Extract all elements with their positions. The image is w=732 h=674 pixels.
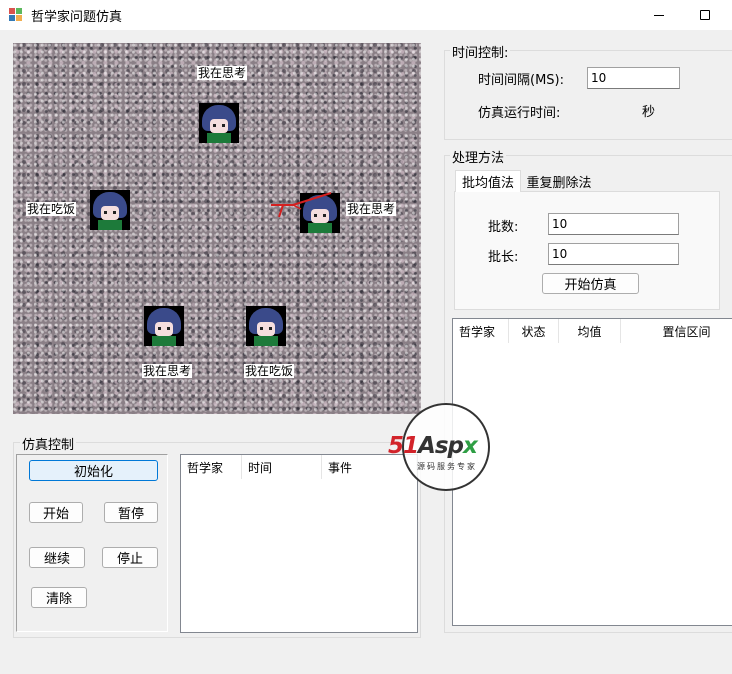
- chopstick-icon: [271, 192, 332, 218]
- column-header[interactable]: 置信区间: [621, 319, 732, 343]
- start-button[interactable]: 开始: [29, 502, 83, 523]
- maximize-button[interactable]: [682, 0, 728, 30]
- event-log-table[interactable]: 哲学家 时间 事件: [180, 454, 418, 633]
- pause-button[interactable]: 暂停: [104, 502, 158, 523]
- results-table-header: 哲学家 状态 均值 置信区间: [453, 319, 732, 343]
- resume-button[interactable]: 继续: [29, 547, 85, 568]
- minimize-button[interactable]: [636, 0, 682, 30]
- tab-repeat-delete[interactable]: 重复删除法: [522, 170, 596, 192]
- runtime-unit: 秒: [642, 105, 656, 120]
- window-title: 哲学家问题仿真: [31, 10, 123, 25]
- time-control-group: [444, 50, 732, 140]
- philosopher-avatar: [246, 306, 286, 346]
- column-header[interactable]: 时间: [242, 455, 322, 479]
- column-header[interactable]: 哲学家: [181, 455, 242, 479]
- watermark-slogan: 源码服务专家: [417, 462, 477, 471]
- watermark-logo: 51Aspx 源码服务专家: [388, 403, 512, 493]
- clear-button[interactable]: 清除: [31, 587, 87, 608]
- batch-length-label: 批长:: [488, 250, 519, 265]
- batch-length-input[interactable]: 10: [548, 243, 679, 265]
- stop-button[interactable]: 停止: [102, 547, 158, 568]
- event-log-header: 哲学家 时间 事件: [181, 455, 417, 479]
- philosopher-avatar: [199, 103, 239, 143]
- philosopher-status-label: 我在思考: [142, 364, 193, 378]
- philosopher-status-label: 我在吃饭: [26, 202, 77, 216]
- maximize-icon: [700, 10, 710, 20]
- runtime-label: 仿真运行时间:: [478, 106, 561, 121]
- column-header[interactable]: 状态: [509, 319, 559, 343]
- method-group-label: 处理方法: [450, 147, 507, 166]
- philosopher-avatar: [90, 190, 130, 230]
- simulation-canvas: 我在思考 我在吃饭 我在思考 我在思考 我在吃饭: [13, 43, 421, 414]
- start-simulation-button[interactable]: 开始仿真: [542, 273, 639, 294]
- column-header[interactable]: 哲学家: [453, 319, 509, 343]
- column-header[interactable]: 均值: [559, 319, 621, 343]
- philosopher-status-label: 我在思考: [197, 66, 248, 80]
- title-bar: 哲学家问题仿真: [0, 0, 732, 30]
- interval-input[interactable]: 10: [587, 67, 680, 89]
- init-button[interactable]: 初始化: [29, 460, 158, 481]
- interval-label: 时间间隔(MS):: [478, 73, 564, 88]
- philosopher-status-label: 我在吃饭: [244, 364, 295, 378]
- philosopher-avatar: [144, 306, 184, 346]
- philosopher-status-label: 我在思考: [346, 202, 397, 216]
- minimize-icon: [654, 14, 664, 16]
- sim-control-group-label: 仿真控制: [20, 434, 77, 453]
- app-icon: [9, 8, 23, 22]
- time-control-group-label: 时间控制:: [450, 42, 511, 61]
- batch-count-label: 批数:: [488, 220, 519, 235]
- batch-count-input[interactable]: 10: [548, 213, 679, 235]
- tab-batch-mean[interactable]: 批均值法: [455, 170, 521, 192]
